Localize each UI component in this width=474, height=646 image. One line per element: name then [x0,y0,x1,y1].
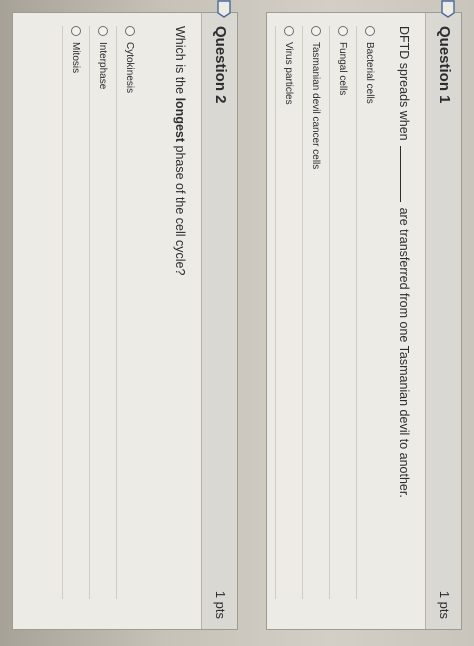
answer-label: Cytokinesis [124,42,136,94]
answer-option[interactable]: Mitosis [62,26,89,599]
radio-button-icon[interactable] [338,26,348,36]
question-2-answers: Cytokinesis Interphase Mitosis [62,26,143,599]
question-1-text-before: DFTD spreads when [397,26,411,141]
radio-button-icon[interactable] [284,26,294,36]
question-2-text-before: Which is the [173,26,187,95]
answer-label: Interphase [97,42,109,90]
fill-in-blank [400,146,410,203]
question-1-answers: Bacterial cells Fungal cells Tasmanian d… [275,26,383,599]
answer-option[interactable]: Tasmanian devil cancer cells [302,26,329,599]
answer-label: Tasmanian devil cancer cells [310,42,322,170]
answer-option[interactable]: Fungal cells [329,26,356,599]
answer-option[interactable]: Virus particles [275,26,302,599]
answer-option[interactable]: Interphase [89,26,116,599]
radio-button-icon[interactable] [71,26,81,36]
question-2-text-after: phase of the cell cycle? [173,145,187,276]
radio-button-icon[interactable] [125,26,135,36]
question-1-header: Question 1 1 pts [425,0,461,629]
answer-label: Fungal cells [337,42,349,96]
answer-option[interactable]: Bacterial cells [356,26,383,599]
answer-option[interactable]: Cytokinesis [116,26,143,599]
answer-label: Mitosis [70,42,82,74]
photo-background: Question 1 1 pts DFTD spreads when are t… [0,0,474,646]
question-2-text-bold: longest [173,97,187,143]
question-2-header: Question 2 1 pts [201,0,237,629]
radio-button-icon[interactable] [311,26,321,36]
question-2-text: Which is the longest phase of the cell c… [173,26,187,275]
question-2-title: Question 2 [212,26,229,104]
question-1-text-after: are transferred from one Tasmanian devil… [397,207,411,498]
question-1-text: DFTD spreads when are transferred from o… [397,26,411,498]
question-1-points: 1 pts [437,590,452,619]
question-card-2: Question 2 1 pts Which is the longest ph… [12,0,238,630]
answer-label: Bacterial cells [364,42,376,104]
question-1-title: Question 1 [436,26,453,104]
question-card-1: Question 1 1 pts DFTD spreads when are t… [266,0,462,630]
quiz-page: Question 1 1 pts DFTD spreads when are t… [0,0,474,646]
answer-label: Virus particles [283,42,295,105]
question-2-points: 1 pts [213,590,228,619]
radio-button-icon[interactable] [98,26,108,36]
flag-icon[interactable] [441,0,455,18]
flag-icon[interactable] [217,0,231,18]
radio-button-icon[interactable] [365,26,375,36]
